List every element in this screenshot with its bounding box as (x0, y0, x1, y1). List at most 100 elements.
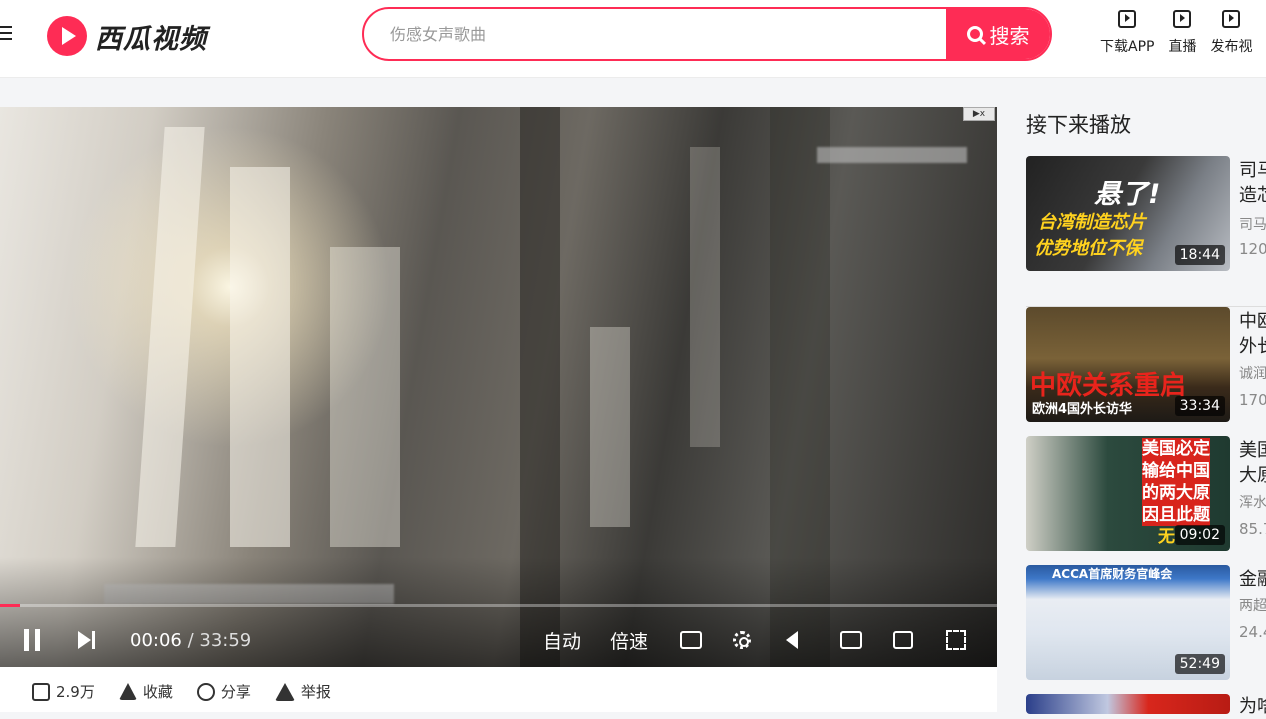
next-button[interactable] (78, 622, 95, 658)
list-item[interactable]: 悬了! 台湾制造芯片 优势地位不保 18:44 司马 造芯 司马 120 (1026, 156, 1266, 307)
video-title[interactable]: 司马 (1239, 158, 1266, 183)
like-count: 2.9万 (56, 683, 95, 701)
video-player[interactable]: ▶x 00:06 / 33:59 自动 倍速 (0, 107, 997, 667)
thumbs-up-icon (32, 682, 50, 701)
search-button[interactable]: 搜索 (946, 9, 1050, 59)
fullscreen-button[interactable] (946, 622, 966, 658)
video-thumbnail[interactable] (1026, 694, 1230, 714)
thumbnail-caption: 台湾制造芯片 (1038, 212, 1146, 233)
live-button[interactable]: 直播 (1168, 8, 1196, 56)
report-button[interactable]: 举报 (274, 681, 331, 702)
publish-video-button[interactable]: 发布视 (1210, 8, 1252, 56)
publish-video-icon (1222, 10, 1241, 28)
list-item[interactable]: 中欧关系重启 欧洲4国外长访华 33:34 中欧 外长 诚润 170 (1026, 307, 1266, 436)
gear-icon (733, 631, 751, 649)
share-icon (196, 682, 215, 701)
logo-text: 西瓜视频 (95, 23, 207, 55)
fullscreen-icon (946, 630, 966, 650)
menu-icon[interactable] (0, 26, 14, 42)
play-logo-icon (47, 16, 87, 56)
thumbnail-caption: 因且此题 (1142, 504, 1210, 526)
video-duration: 33:34 (1174, 396, 1225, 416)
download-icon (1118, 10, 1137, 28)
favorite-button[interactable]: 收藏 (118, 681, 173, 702)
view-count: 170 (1239, 391, 1266, 409)
thumbnail-caption: ACCA首席财务官峰会 (1052, 567, 1173, 581)
thumbnail-caption: 中欧关系重启 (1030, 371, 1187, 401)
search-box: 搜索 (362, 7, 1052, 61)
volume-button[interactable] (786, 622, 798, 658)
video-thumbnail[interactable]: 美国必定 输给中国 的两大原 因且此题 无 09:02 (1026, 436, 1230, 551)
recommendation-list: 悬了! 台湾制造芯片 优势地位不保 18:44 司马 造芯 司马 120 中欧关… (1026, 156, 1266, 717)
video-frame-detail (330, 247, 400, 547)
list-item[interactable]: ACCA首席财务官峰会 52:49 金融 两超 24.4 (1026, 565, 1266, 694)
video-title[interactable]: 金融 (1239, 567, 1266, 592)
video-thumbnail[interactable]: ACCA首席财务官峰会 52:49 (1026, 565, 1230, 680)
video-title[interactable]: 美国 (1239, 438, 1266, 463)
pause-button[interactable] (24, 622, 46, 658)
like-button[interactable]: 2.9万 (32, 681, 95, 702)
theater-mode-button[interactable] (840, 622, 862, 658)
video-duration: 18:44 (1174, 245, 1225, 265)
video-duration: 52:49 (1174, 654, 1225, 674)
thumbnail-caption: 输给中国 (1142, 460, 1210, 482)
video-thumbnail[interactable]: 悬了! 台湾制造芯片 优势地位不保 18:44 (1026, 156, 1230, 271)
time-display: 00:06 / 33:59 (130, 622, 251, 658)
share-button[interactable]: 分享 (196, 681, 251, 702)
list-item[interactable]: 美国必定 输给中国 的两大原 因且此题 无 09:02 美国 大原 浑水 85.… (1026, 436, 1266, 565)
thumbnail-caption: 的两大原 (1142, 482, 1210, 504)
video-frame-detail (690, 147, 720, 447)
video-frame-detail (135, 127, 205, 547)
pip-button[interactable] (680, 622, 702, 658)
current-time: 00:06 (130, 629, 182, 651)
video-frame-detail (230, 167, 290, 547)
search-input[interactable] (390, 9, 930, 59)
download-app-label: 下载APP (1100, 39, 1155, 55)
video-duration: 09:02 (1174, 525, 1225, 545)
web-fullscreen-icon (893, 631, 913, 649)
picture-in-picture-icon (680, 631, 702, 649)
favorite-label: 收藏 (142, 683, 173, 701)
video-frame-detail (590, 327, 630, 527)
progress-bar[interactable] (0, 604, 997, 607)
video-title[interactable]: 中欧 (1239, 309, 1266, 334)
live-tv-icon (1173, 10, 1192, 28)
publish-video-label: 发布视 (1210, 39, 1253, 55)
download-app-button[interactable]: 下载APP (1100, 8, 1154, 56)
progress-fill (0, 604, 20, 607)
list-item[interactable]: 为啥 (1026, 694, 1266, 717)
video-author[interactable]: 司马 (1239, 214, 1266, 234)
warning-icon (274, 682, 295, 701)
video-title[interactable]: 为啥 (1239, 694, 1266, 719)
video-title[interactable]: 造芯 (1239, 183, 1266, 208)
control-bar: 00:06 / 33:59 自动 倍速 (0, 622, 997, 658)
video-title[interactable]: 大原 (1239, 463, 1266, 488)
view-count: 120 (1239, 240, 1266, 258)
video-title[interactable]: 外长 (1239, 334, 1266, 359)
quality-auto-button[interactable]: 自动 (543, 622, 581, 658)
web-fullscreen-button[interactable] (893, 622, 913, 658)
settings-button[interactable] (733, 622, 751, 658)
playback-speed-button[interactable]: 倍速 (610, 622, 648, 658)
thumbnail-caption: 优势地位不保 (1034, 238, 1142, 259)
duration: 33:59 (199, 629, 252, 651)
thumbnail-caption: 无 (1158, 527, 1175, 547)
site-logo[interactable]: 西瓜视频 (47, 16, 207, 56)
ad-badge[interactable]: ▶x (963, 107, 995, 121)
thumbnail-caption: 悬了! (1094, 179, 1161, 210)
time-separator: / (181, 629, 200, 651)
view-count: 85.7 (1239, 520, 1266, 538)
volume-icon (786, 631, 798, 649)
video-thumbnail[interactable]: 中欧关系重启 欧洲4国外长访华 33:34 (1026, 307, 1230, 422)
pause-icon (24, 629, 29, 651)
search-icon (966, 26, 983, 42)
top-actions: 下载APP 直播 发布视 (1100, 8, 1266, 56)
next-icon (78, 631, 91, 649)
video-author[interactable]: 两超 (1239, 595, 1266, 615)
video-author[interactable]: 诚润 (1239, 363, 1266, 383)
share-label: 分享 (220, 683, 251, 701)
video-author[interactable]: 浑水 (1239, 492, 1266, 512)
search-button-label: 搜索 (989, 25, 1030, 48)
theater-mode-icon (840, 631, 862, 649)
blurred-watermark (817, 147, 967, 163)
